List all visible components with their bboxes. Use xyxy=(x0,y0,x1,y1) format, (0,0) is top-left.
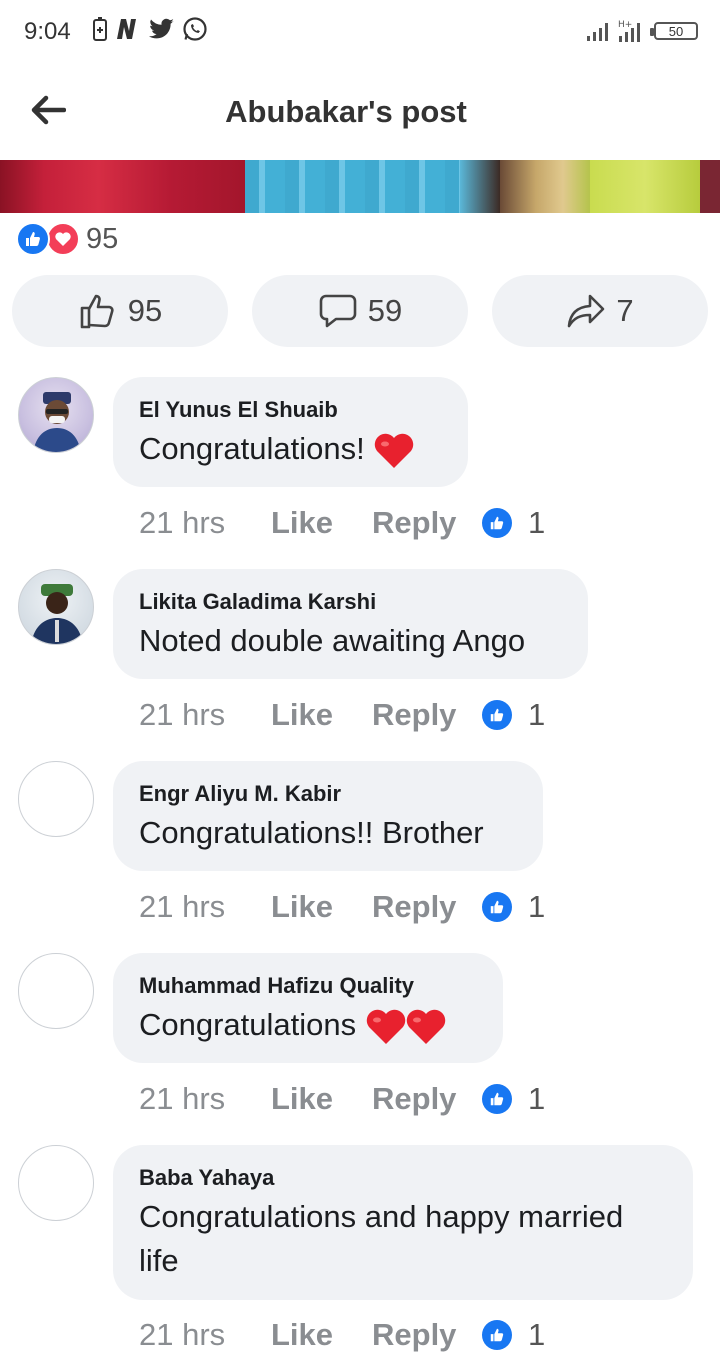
reaction-count: 95 xyxy=(86,222,119,255)
comment-reply-link[interactable]: Reply xyxy=(372,1317,482,1353)
comment-bubble[interactable]: Muhammad Hafizu Quality Congratulations xyxy=(113,953,503,1063)
heart-emoji-icon xyxy=(406,1009,445,1044)
thumbs-up-icon xyxy=(80,294,114,329)
commenter-name[interactable]: El Yunus El Shuaib xyxy=(139,397,442,423)
comment-reply-link[interactable]: Reply xyxy=(372,1081,482,1117)
heart-emoji-icon xyxy=(366,1009,405,1044)
avatar[interactable] xyxy=(18,377,94,453)
page-title: Abubakar's post xyxy=(225,94,467,129)
commenter-name[interactable]: Likita Galadima Karshi xyxy=(139,589,562,615)
svg-text:H+: H+ xyxy=(618,20,632,30)
comment-meta: 21 hrs Like Reply 1 xyxy=(139,1317,545,1353)
comment-time: 21 hrs xyxy=(139,1081,226,1116)
comment-bubble[interactable]: Likita Galadima Karshi Noted double awai… xyxy=(113,569,588,679)
avatar[interactable] xyxy=(18,1145,94,1221)
comment-time: 21 hrs xyxy=(139,1317,226,1352)
comment-time: 21 hrs xyxy=(139,697,226,732)
commenter-name[interactable]: Engr Aliyu M. Kabir xyxy=(139,781,517,807)
comment-text: Congratulations! xyxy=(139,427,442,471)
comment-text: Congratulations and happy married life xyxy=(139,1199,624,1278)
top-bar: Abubakar's post xyxy=(0,64,720,160)
like-reaction-icon xyxy=(482,1084,512,1114)
comment-bubble[interactable]: Baba Yahaya Congratulations and happy ma… xyxy=(113,1145,693,1300)
comment-reply-link[interactable]: Reply xyxy=(372,505,482,541)
like-reaction-icon xyxy=(482,508,512,538)
comment-time: 21 hrs xyxy=(139,889,226,924)
comment-text: Congratulations!! Brother xyxy=(139,815,484,850)
comment-like-link[interactable]: Like xyxy=(271,505,372,541)
comment-reply-link[interactable]: Reply xyxy=(372,697,482,733)
comment-meta: 21 hrs Like Reply 1 xyxy=(139,697,545,733)
comment-bubble[interactable]: Engr Aliyu M. Kabir Congratulations!! Br… xyxy=(113,761,543,871)
share-icon xyxy=(568,294,605,328)
comment-meta: 21 hrs Like Reply 1 xyxy=(139,1081,545,1117)
commenter-name[interactable]: Baba Yahaya xyxy=(139,1165,667,1191)
comment-reaction-count[interactable]: 1 xyxy=(528,1317,545,1353)
battery-icon: 50 xyxy=(650,22,698,40)
status-bar: 9:04 H+ 50 xyxy=(0,0,720,64)
like-reaction-icon xyxy=(482,1320,512,1350)
twitter-icon xyxy=(149,18,174,39)
comment-reaction-count[interactable]: 1 xyxy=(528,1081,545,1117)
comment-reply-link[interactable]: Reply xyxy=(372,889,482,925)
comment-like-link[interactable]: Like xyxy=(271,1081,372,1117)
comment-meta: 21 hrs Like Reply 1 xyxy=(139,889,545,925)
like-reaction-icon xyxy=(482,700,512,730)
share-button[interactable]: 7 xyxy=(492,275,708,347)
love-reaction-icon xyxy=(46,222,80,256)
comment-count: 59 xyxy=(367,293,403,328)
news-app-icon xyxy=(117,19,136,39)
heart-emoji-icon xyxy=(375,433,414,468)
signal-icon xyxy=(587,23,608,41)
like-reaction-icon xyxy=(482,892,512,922)
comment-button[interactable]: 59 xyxy=(252,275,468,347)
like-button[interactable]: 95 xyxy=(12,275,228,347)
comment-reaction-count[interactable]: 1 xyxy=(528,505,545,541)
comment-reaction-count[interactable]: 1 xyxy=(528,889,545,925)
commenter-name[interactable]: Muhammad Hafizu Quality xyxy=(139,973,477,999)
whatsapp-icon xyxy=(183,17,207,41)
comment-like-link[interactable]: Like xyxy=(271,1317,372,1353)
avatar[interactable] xyxy=(18,953,94,1029)
reaction-summary[interactable]: 95 xyxy=(16,222,118,256)
post-actions: 95 59 7 xyxy=(12,275,708,347)
comment-like-link[interactable]: Like xyxy=(271,697,372,733)
system-indicators: H+ 50 xyxy=(586,18,698,44)
like-count: 95 xyxy=(127,293,163,328)
comment-like-link[interactable]: Like xyxy=(271,889,372,925)
comment-bubble[interactable]: El Yunus El Shuaib Congratulations! xyxy=(113,377,468,487)
comment-reaction-count[interactable]: 1 xyxy=(528,697,545,733)
avatar[interactable] xyxy=(18,761,94,837)
post-photo[interactable] xyxy=(0,160,720,213)
comment-time: 21 hrs xyxy=(139,505,226,540)
battery-level: 50 xyxy=(668,23,684,39)
dual-signal-icon: H+ xyxy=(618,20,640,42)
like-reaction-icon xyxy=(16,222,50,256)
battery-saver-icon xyxy=(93,17,107,41)
status-time: 9:04 xyxy=(24,18,71,45)
notification-icons xyxy=(92,16,208,42)
comment-icon xyxy=(319,294,357,328)
share-count: 7 xyxy=(616,293,634,328)
comment-meta: 21 hrs Like Reply 1 xyxy=(139,505,545,541)
comment-text: Congratulations xyxy=(139,1003,477,1047)
avatar[interactable] xyxy=(18,569,94,645)
comment-text: Noted double awaiting Ango xyxy=(139,623,526,658)
